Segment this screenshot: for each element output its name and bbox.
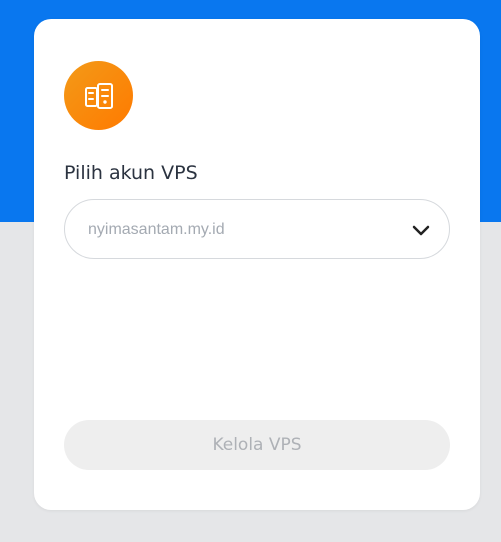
manage-vps-button[interactable]: Kelola VPS [64,420,450,470]
vps-account-select-value: nyimasantam.my.id [88,221,225,238]
vps-page: Pilih akun VPS nyimasantam.my.id Kelola … [0,0,501,542]
vps-account-select[interactable]: nyimasantam.my.id [64,199,450,259]
chevron-down-icon [411,220,431,240]
server-icon [64,61,133,130]
vps-selection-card: Pilih akun VPS nyimasantam.my.id Kelola … [34,19,480,510]
vps-account-label: Pilih akun VPS [64,162,198,184]
